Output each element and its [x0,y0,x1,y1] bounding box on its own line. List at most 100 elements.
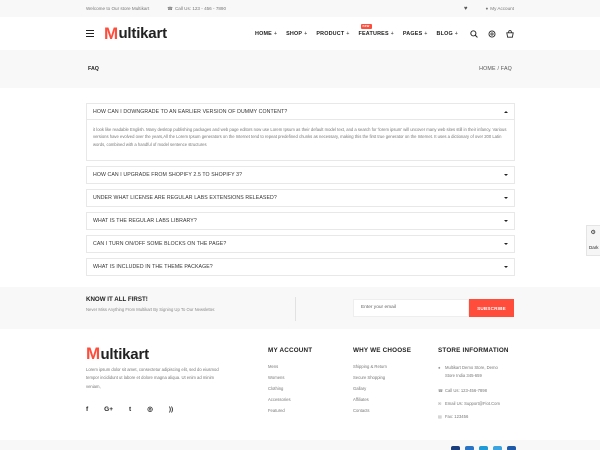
search-icon[interactable] [470,29,478,38]
logo[interactable]: M ultikart [104,24,167,44]
breadcrumb-separator: / [497,66,500,72]
footer-logo[interactable]: M ultikart [86,344,149,364]
email-input[interactable]: Enter your email [353,299,469,317]
menu-icon[interactable] [86,29,94,38]
faq-item: CAN I TURN ON/OFF SOME BLOCKS ON THE PAG… [86,235,515,253]
phone-icon: ☎ [167,5,173,11]
rss-icon[interactable]: )) [169,406,173,413]
visa-icon [451,446,460,450]
envelope-icon: ✉ [438,401,442,406]
subscribe-button[interactable]: SUBSCRIBE [469,299,514,317]
store-phone: ☎ Call Us: 123-456-7898 [438,387,518,400]
footer-my-account: MY ACCOUNT Mens Womens Clothing Accessor… [268,347,312,419]
logo-text: ultikart [118,25,167,42]
phone-icon: ☎ [438,388,444,393]
logo-mark: M [104,23,118,43]
footer-heading: WHY WE CHOOSE [353,347,412,354]
divider [295,297,296,321]
facebook-icon[interactable]: f [86,406,88,413]
payment-icons [451,446,516,450]
breadcrumb: HOME / FAQ [479,66,512,72]
footer-link[interactable]: Gallary [353,386,411,397]
footer-link[interactable]: Featured [268,408,312,419]
faq-question[interactable]: CAN I TURN ON/OFF SOME BLOCKS ON THE PAG… [87,236,514,252]
breadcrumb-band: FAQ HOME / FAQ [0,50,600,88]
caret-down-icon [504,174,508,176]
faq-question[interactable]: WHAT IS THE REGULAR LABS LIBRARY? [87,213,514,229]
footer: M ultikart Lorem ipsum dolor sit amet, c… [0,329,600,440]
faq-question[interactable]: WHAT IS INCLUDED IN THE THEME PACKAGE? [87,259,514,275]
caret-up-icon [504,110,508,113]
breadcrumb-home[interactable]: HOME [479,66,496,72]
faq-question[interactable]: HOW CAN I UPGRADE FROM SHOPIFY 2.5 TO SH… [87,167,514,183]
discover-icon [507,446,516,450]
caret-down-icon [504,197,508,199]
footer-link[interactable]: Womens [268,375,312,386]
mastercard-icon [465,446,474,450]
faq-item: WHAT IS THE REGULAR LABS LIBRARY? [86,212,515,230]
nav-blog[interactable]: BLOG + [437,31,459,37]
footer-link[interactable]: Mens [268,364,312,375]
cart-icon[interactable] [506,29,514,38]
faq-item: UNDER WHAT LICENSE ARE REGULAR LABS EXTE… [86,189,515,207]
caret-down-icon [504,266,508,268]
footer-about: Lorem ipsum dolor sit amet, consectetur … [86,367,219,389]
gear-icon[interactable]: ⚙ [591,229,596,236]
new-badge: new [360,23,372,29]
faq-item: WHAT IS INCLUDED IN THE THEME PACKAGE? [86,258,515,276]
store-fax: ▤ Fax: 123456 [438,413,518,426]
social-links: f G+ t ◎ )) [86,405,173,414]
caret-down-icon [504,220,508,222]
theme-side-widget[interactable]: ⚙ Dark [586,225,600,256]
google-plus-icon[interactable]: G+ [104,406,113,413]
my-account-label: My Account [490,6,514,11]
logo-text: ultikart [100,345,149,363]
amex-icon [493,446,502,450]
welcome-text: Welcome to Our store Multikart [86,6,150,11]
nav-pages[interactable]: PAGES + [403,31,428,37]
map-marker-icon: ● [438,365,441,370]
faq-question[interactable]: HOW CAN I DOWNGRADE TO AN EARLIER VERSIO… [87,104,514,120]
main-header: M ultikart HOME + SHOP + PRODUCT + new FEAT… [0,17,600,50]
footer-link[interactable]: Affiliates [353,397,411,408]
newsletter-title: KNOW IT ALL FIRST! [86,296,148,303]
breadcrumb-current: FAQ [500,66,512,72]
page-title: FAQ [88,66,99,72]
footer-link[interactable]: Secure Shopping [353,375,411,386]
store-address: ● Multikart Demo Store, Demo Store India… [438,364,518,383]
phone-text: Call Us: 123 - 456 - 7890 [174,6,227,11]
user-icon: ● [485,6,489,11]
my-account-dropdown[interactable]: ● My Account [485,6,514,11]
store-email: ✉ Email Us: Support@Fiot.Com [438,400,518,413]
faq-question[interactable]: UNDER WHAT LICENSE ARE REGULAR LABS EXTE… [87,190,514,206]
nav-home[interactable]: HOME + [255,31,277,37]
newsletter-band: KNOW IT ALL FIRST! Never Miss Anything F… [0,287,600,329]
faq-accordion: HOW CAN I DOWNGRADE TO AN EARLIER VERSIO… [86,103,515,281]
fax-icon: ▤ [438,414,442,419]
faq-item: HOW CAN I DOWNGRADE TO AN EARLIER VERSIO… [86,103,515,161]
newsletter-subtitle: Never Miss Anything From Multikart By Si… [86,307,216,312]
footer-link[interactable]: Shipping & Return [353,364,411,375]
footer-why-we-choose: WHY WE CHOOSE Shipping & Return Secure S… [353,347,411,419]
twitter-icon[interactable]: t [129,406,131,413]
heart-icon[interactable]: ♥ [464,6,468,12]
faq-item: HOW CAN I UPGRADE FROM SHOPIFY 2.5 TO SH… [86,166,515,184]
footer-link[interactable]: Clothing [268,386,312,397]
settings-icon[interactable] [488,30,496,38]
faq-answer: it look like readable English. Many desk… [93,127,507,147]
footer-link[interactable]: Accessories [268,397,312,408]
footer-link[interactable]: Contacts [353,408,411,419]
nav-features[interactable]: new FEATURES + [359,23,394,37]
topbar-phone: ☎ Call Us: 123 - 456 - 7890 [167,6,226,12]
footer-heading: STORE INFORMATION [438,347,509,354]
top-bar: Welcome to Our store Multikart ☎ Call Us… [0,0,600,17]
main-nav: HOME + SHOP + PRODUCT + new FEATURES + PAGES… [255,23,459,37]
nav-shop[interactable]: SHOP + [286,31,307,37]
footer-store-information: STORE INFORMATION ● Multikart Demo Store… [438,347,518,426]
instagram-icon[interactable]: ◎ [147,405,153,413]
paypal-icon [479,446,488,450]
footer-heading: MY ACCOUNT [268,347,313,354]
dark-mode-toggle[interactable]: Dark [589,245,599,250]
caret-down-icon [504,243,508,245]
nav-product[interactable]: PRODUCT + [316,31,349,37]
